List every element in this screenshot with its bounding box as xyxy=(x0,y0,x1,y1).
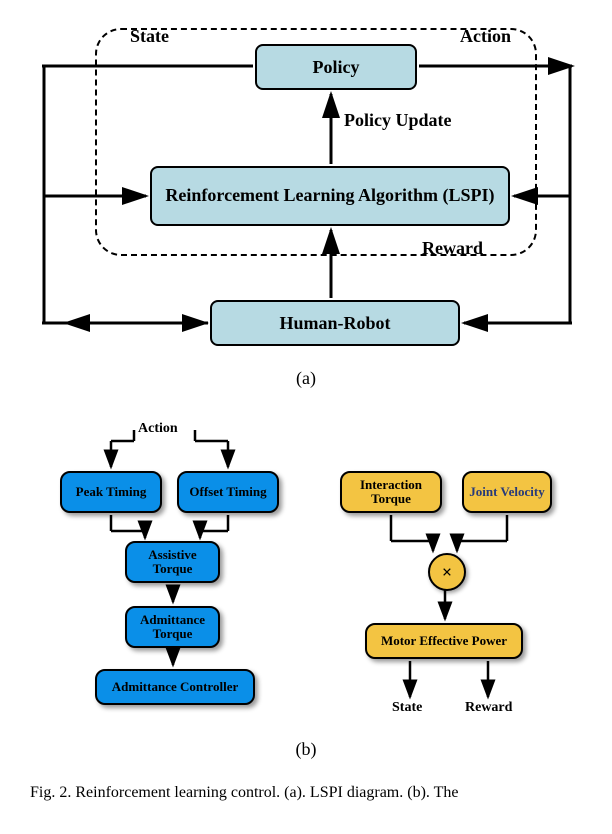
peak-timing-box: Peak Timing xyxy=(60,471,162,513)
human-robot-box: Human-Robot xyxy=(210,300,460,346)
lspi-box: Reinforcement Learning Algorithm (LSPI) xyxy=(150,166,510,226)
label-reward: Reward xyxy=(422,238,483,259)
label-state-b: State xyxy=(392,700,422,716)
policy-box: Policy xyxy=(255,44,417,90)
admittance-torque-box: Admittance Torque xyxy=(125,606,220,648)
motor-effective-power-box: Motor Effective Power xyxy=(365,623,523,659)
figure-caption: Fig. 2. Reinforcement learning control. … xyxy=(30,782,582,804)
label-action-b: Action xyxy=(138,421,178,437)
label-action: Action xyxy=(460,26,511,47)
fig-b: Action State Reward Peak Timing Offset T… xyxy=(30,411,582,731)
label-policy-update: Policy Update xyxy=(344,110,452,131)
multiply-node: × xyxy=(428,553,466,591)
label-state: State xyxy=(130,26,169,47)
label-reward-b: Reward xyxy=(465,700,512,716)
offset-timing-box: Offset Timing xyxy=(177,471,279,513)
interaction-torque-box: Interaction Torque xyxy=(340,471,442,513)
fig-b-sublabel: (b) xyxy=(30,739,582,760)
assistive-torque-box: Assistive Torque xyxy=(125,541,220,583)
admittance-controller-box: Admittance Controller xyxy=(95,669,255,705)
joint-velocity-box: Joint Velocity xyxy=(462,471,552,513)
fig-a-sublabel: (a) xyxy=(30,368,582,389)
fig-a: State Action Policy Update Reward Policy… xyxy=(30,20,582,360)
